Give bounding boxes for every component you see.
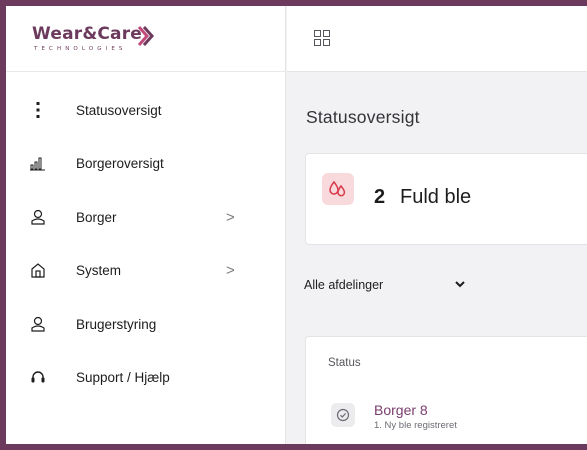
department-select[interactable]: Alle afdelinger [304,276,474,296]
list-item-name: Borger 8 [374,402,428,418]
brand-logo[interactable]: Wear&Care TECHNOLOGIES [6,6,286,72]
sidebar-item-brugerstyring[interactable]: Brugerstyring [6,304,286,344]
status-list-card: Status Borger 8 1. Ny ble registreret [305,336,587,444]
status-summary-card[interactable]: 2 Fuld ble [305,153,587,245]
vertical-dots-icon [30,102,46,118]
droplets-icon [329,180,346,197]
page-title: Statusoversigt [306,107,420,127]
sidebar-item-support[interactable]: Support / Hjælp [6,357,286,397]
sidebar-item-borger[interactable]: Borger > [6,197,286,237]
home-icon [30,262,46,278]
sidebar-item-label: Borger [76,210,117,225]
sidebar-item-borgeroversigt[interactable]: Borgeroversigt [6,143,286,183]
top-bar [287,6,587,72]
sidebar-item-label: Borgeroversigt [76,156,164,171]
bar-chart-icon [30,155,46,171]
grid-icon[interactable] [314,30,330,46]
sidebar-item-label: Brugerstyring [76,317,157,332]
headset-icon [30,369,46,385]
chevron-right-icon: > [226,209,235,226]
brand-mark-icon [137,26,155,46]
status-label: Fuld ble [400,186,472,208]
list-item-detail: 1. Ny ble registreret [374,420,457,431]
sidebar-item-label: Support / Hjælp [76,370,170,385]
brand-tagline: TECHNOLOGIES [34,46,127,52]
sidebar-item-label: Statusoversigt [76,103,162,118]
status-badge [322,173,354,205]
list-item[interactable]: Borger 8 1. Ny ble registreret [326,399,586,439]
list-header: Status [328,357,361,369]
chevron-right-icon: > [226,262,235,279]
sidebar-item-system[interactable]: System > [6,250,286,290]
sidebar-item-statusoversigt[interactable]: Statusoversigt [6,90,286,130]
user-admin-icon [30,316,46,332]
person-icon [30,209,46,225]
sidebar-item-label: System [76,263,122,278]
chevron-down-icon [455,281,465,288]
check-circle-icon [331,403,355,427]
app-window: Wear&Care TECHNOLOGIES Statusoversigt Bo… [6,6,587,444]
department-select-value: Alle afdelinger [304,278,384,292]
status-count: 2 [374,186,386,208]
brand-name: Wear&Care [32,24,143,44]
sidebar: Wear&Care TECHNOLOGIES Statusoversigt Bo… [6,6,286,444]
